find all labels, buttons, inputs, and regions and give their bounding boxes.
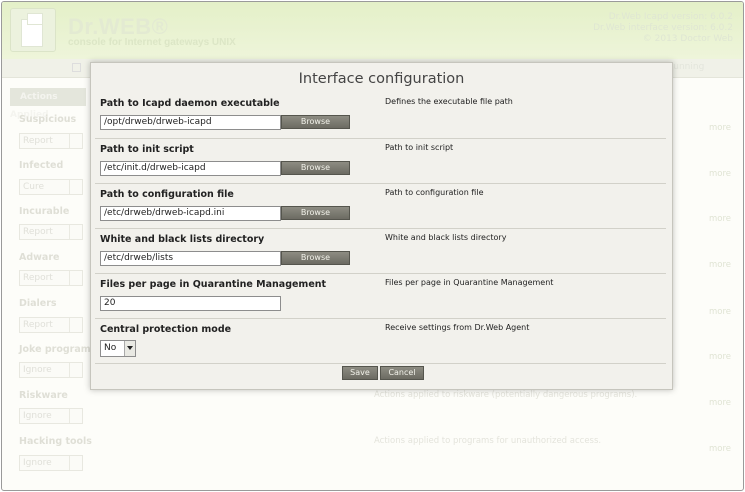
- save-button[interactable]: Save: [342, 366, 378, 380]
- browse-button[interactable]: Browse: [281, 115, 350, 129]
- more-link[interactable]: more: [709, 307, 731, 317]
- category-select[interactable]: Report: [19, 317, 83, 333]
- category-description: Actions applied to riskware (potentially…: [374, 390, 638, 400]
- category-label: Infected: [19, 160, 64, 171]
- category-description: Actions applied to programs for unauthor…: [374, 436, 602, 446]
- category-label: Joke programs: [19, 344, 97, 355]
- more-link[interactable]: more: [709, 444, 731, 454]
- brand-tagline: console for Internet gateways UNIX: [68, 37, 236, 48]
- more-link[interactable]: more: [709, 398, 731, 408]
- row-label: Files per page in Quarantine Management: [100, 279, 327, 290]
- category-select[interactable]: Cure: [19, 179, 83, 195]
- row-label: Central protection mode: [100, 324, 232, 335]
- more-link[interactable]: more: [709, 352, 731, 362]
- category-label: Suspicious: [19, 114, 77, 125]
- interface-version: Dr.Web interface version: 6.0.2: [593, 23, 733, 33]
- category-label: Adware: [19, 252, 60, 263]
- row-label: Path to init script: [100, 144, 194, 155]
- icapd-path-input[interactable]: /opt/drweb/drweb-icapd: [100, 115, 281, 130]
- browse-button[interactable]: Browse: [281, 161, 350, 175]
- icapd-version: Dr.Web Icapd version: 6.0.2: [608, 12, 733, 22]
- more-link[interactable]: more: [709, 169, 731, 179]
- row-label: Path to configuration file: [100, 189, 234, 200]
- drweb-logo-icon: [10, 8, 56, 52]
- copyright: © 2013 Doctor Web: [642, 34, 733, 44]
- config-row-central-protection: Central protection mode Receive settings…: [95, 318, 666, 363]
- browser-frame: Dr.WEB® console for Internet gateways UN…: [1, 1, 744, 491]
- row-description: Path to configuration file: [385, 188, 484, 197]
- config-row-config-file: Path to configuration file Path to confi…: [95, 183, 666, 228]
- category-label: Dialers: [19, 298, 57, 309]
- central-protection-select[interactable]: No: [100, 340, 136, 357]
- category-label: Incurable: [19, 206, 70, 217]
- category-select[interactable]: Report: [19, 133, 83, 149]
- row-description: White and black lists directory: [385, 233, 507, 242]
- dialog-title: Interface configuration: [298, 71, 465, 87]
- row-description: Path to init script: [385, 143, 454, 152]
- app-header: Dr.WEB® console for Internet gateways UN…: [2, 2, 743, 60]
- category-select[interactable]: Ignore: [19, 362, 83, 378]
- category-select[interactable]: Report: [19, 224, 83, 240]
- init-script-input[interactable]: /etc/init.d/drweb-icapd: [100, 161, 281, 176]
- row-description: Defines the executable file path: [385, 97, 513, 106]
- category-select[interactable]: Report: [19, 270, 83, 286]
- row-description: Files per page in Quarantine Management: [385, 278, 554, 287]
- browse-button[interactable]: Browse: [281, 206, 350, 220]
- config-row-files-per-page: Files per page in Quarantine Management …: [95, 273, 666, 318]
- category-select[interactable]: Ignore: [19, 455, 83, 471]
- row-description: Receive settings from Dr.Web Agent: [385, 323, 530, 332]
- row-label: Path to Icapd daemon executable: [100, 98, 280, 109]
- lists-dir-input[interactable]: /etc/drweb/lists: [100, 251, 281, 266]
- config-row-lists-dir: White and black lists directory White an…: [95, 228, 666, 273]
- category-label: Riskware: [19, 390, 68, 401]
- config-file-input[interactable]: /etc/drweb/drweb-icapd.ini: [100, 206, 281, 221]
- row-label: White and black lists directory: [100, 234, 265, 245]
- files-per-page-input[interactable]: 20: [100, 296, 281, 311]
- more-link[interactable]: more: [709, 260, 731, 270]
- interface-config-dialog: Interface configuration Path to Icapd da…: [90, 62, 673, 390]
- config-row-icapd-path: Path to Icapd daemon executable Defines …: [95, 93, 666, 137]
- chevron-down-icon[interactable]: [124, 341, 135, 356]
- selected-value: No: [104, 343, 117, 353]
- config-row-init-script: Path to init script Path to init script …: [95, 138, 666, 183]
- category-label: Hacking tools: [19, 436, 92, 447]
- browse-button[interactable]: Browse: [281, 251, 350, 265]
- home-icon[interactable]: [72, 63, 81, 72]
- actions-applied-tab[interactable]: Actions Applied: [10, 88, 86, 120]
- more-link[interactable]: more: [709, 214, 731, 224]
- divider: [95, 363, 666, 364]
- category-select[interactable]: Ignore: [19, 408, 83, 424]
- cancel-button[interactable]: Cancel: [380, 366, 424, 380]
- more-link[interactable]: more: [709, 123, 731, 133]
